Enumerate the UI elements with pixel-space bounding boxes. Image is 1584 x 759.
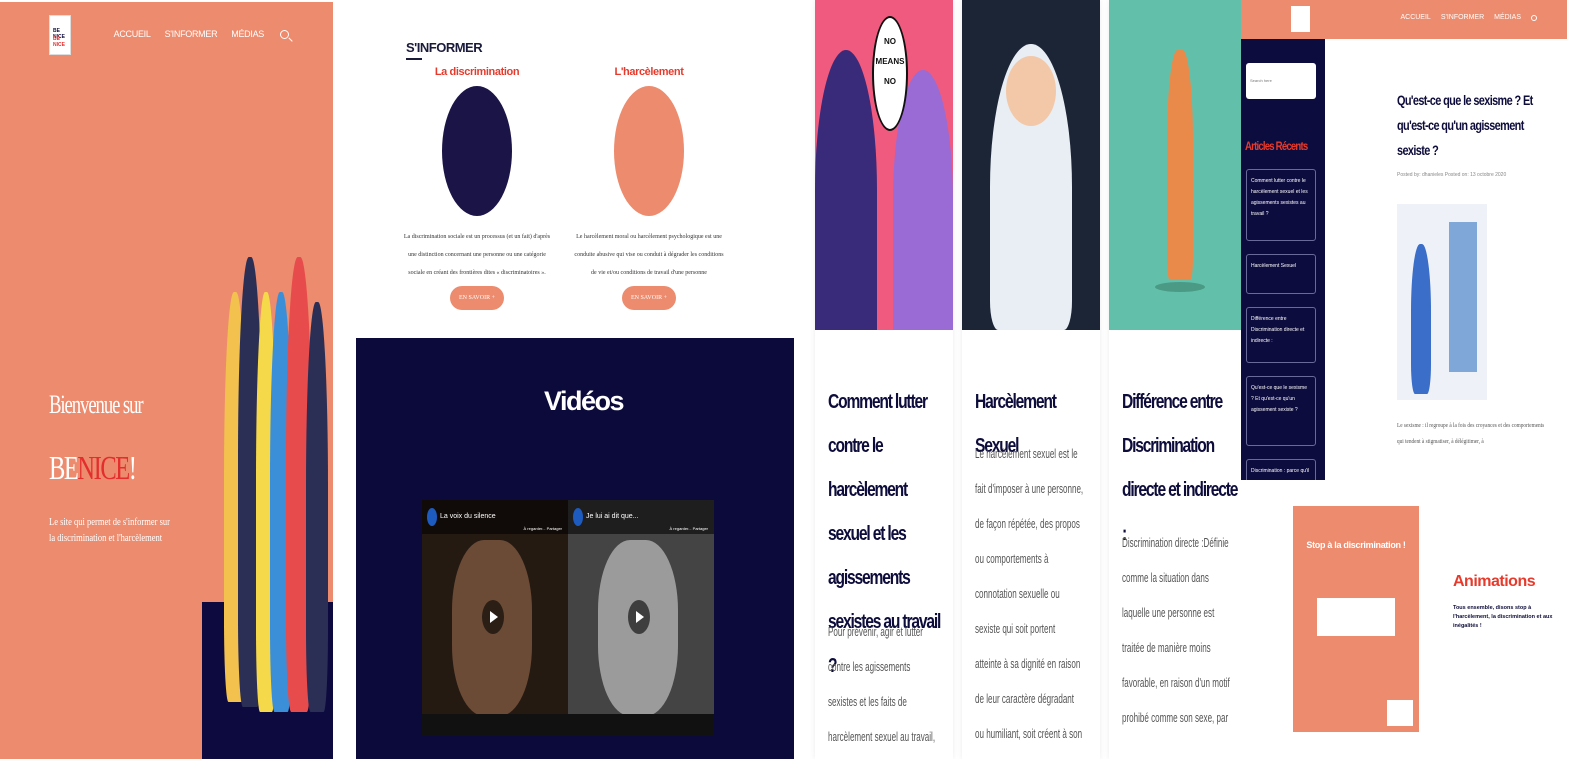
article-card[interactable]: Harcèlement Sexuel Le harcèlement sexuel… <box>962 0 1100 759</box>
poster-banner <box>1317 598 1395 636</box>
nav-item-sinformer[interactable]: S'INFORMER <box>1441 14 1484 21</box>
card-text: Le harcèlement moral ou harcèlement psyc… <box>574 234 724 276</box>
harcelement-illustration <box>614 86 684 216</box>
search-icon[interactable] <box>280 29 289 39</box>
article-excerpt: Le harcèlement sexuel est le fait d'impo… <box>975 446 1084 741</box>
article-illustration: NO MEANS NO <box>815 0 953 330</box>
site-logo[interactable] <box>1291 6 1310 32</box>
sidebar: Search here Articles Récents Comment lut… <box>1241 39 1325 489</box>
learn-more-button[interactable]: EN SAVOIR + <box>622 286 676 310</box>
article-illustration <box>1109 0 1247 330</box>
animation-poster[interactable]: Stop à la discrimination ! <box>1293 506 1419 732</box>
channel-icon <box>427 508 437 526</box>
animations-section: Stop à la discrimination ! Animations To… <box>1241 480 1567 759</box>
article-excerpt: Pour prévenir, agir et lutter contre les… <box>828 624 936 744</box>
info-card-discrimination: La discrimination La discrimination soci… <box>392 66 562 310</box>
play-icon[interactable] <box>628 600 650 634</box>
article-card[interactable]: NO MEANS NO Comment lutter contre le har… <box>815 0 953 759</box>
welcome-heading: Bienvenue sur <box>49 390 144 419</box>
video-actions[interactable]: À regarder... Partager <box>670 526 708 531</box>
site-logo[interactable]: BE NICE BE NICE <box>49 15 71 55</box>
video-title[interactable]: La voix du silence <box>440 513 496 520</box>
article-card[interactable]: Différence entre Discrimination directe … <box>1109 0 1247 759</box>
video-player[interactable]: La voix du silence À regarder... Partage… <box>422 500 568 736</box>
video-header: Je lui ai dit que... À regarder... Parta… <box>568 500 714 534</box>
collage: BE NICE BE NICE ACCUEIL S'INFORMER MÉDIA… <box>0 0 1584 759</box>
video-control-bar <box>422 714 568 736</box>
section-subtitle: Tous ensemble, disons stop à l'harcèleme… <box>1453 605 1553 629</box>
title-underline <box>406 58 422 60</box>
recent-article-link[interactable]: Différence entre Discrimination directe … <box>1246 307 1316 363</box>
card-title: La discrimination <box>434 66 520 78</box>
learn-more-button[interactable]: EN SAVOIR + <box>450 286 504 310</box>
top-bar: ACCUEIL S'INFORMER MÉDIAS <box>1241 0 1567 39</box>
play-icon[interactable] <box>482 600 504 634</box>
speech-bubble: NO MEANS NO <box>872 16 908 131</box>
home-screen: BE NICE BE NICE ACCUEIL S'INFORMER MÉDIA… <box>0 2 333 759</box>
article-meta: Posted by: dhanieles Posted on: 13 octob… <box>1397 172 1507 178</box>
card-title: L'harcèlement <box>614 66 684 78</box>
section-title: Animations <box>1453 573 1536 590</box>
poster-title: Stop à la discrimination ! <box>1306 540 1406 550</box>
informer-section: S'INFORMER La discrimination La discrimi… <box>356 0 794 338</box>
channel-icon <box>573 508 583 526</box>
discrimination-illustration <box>442 86 512 216</box>
section-title: S'INFORMER <box>406 40 483 55</box>
recent-articles-title: Articles Récents <box>1245 139 1308 153</box>
logo-text: BE NICE <box>53 36 65 48</box>
brand-name: BENICE! <box>49 450 137 487</box>
article-heading: Qu'est-ce que le sexisme ? Et qu'est-ce … <box>1397 92 1533 158</box>
video-actions[interactable]: À regarder... Partager <box>524 526 562 531</box>
search-icon[interactable] <box>1531 14 1537 21</box>
article-illustration <box>1397 204 1487 400</box>
main-nav: ACCUEIL S'INFORMER MÉDIAS <box>114 29 289 39</box>
search-input[interactable]: Search here <box>1246 63 1316 99</box>
nav-item-accueil[interactable]: ACCUEIL <box>114 29 151 39</box>
article-illustration <box>962 0 1100 330</box>
sexism-article-page: ACCUEIL S'INFORMER MÉDIAS Search here Ar… <box>1241 0 1567 489</box>
hero-subtitle: Le site qui permet de s'informer sur la … <box>49 517 170 544</box>
video-control-bar <box>568 714 714 736</box>
info-card-harcelement: L'harcèlement Le harcèlement moral ou ha… <box>564 66 734 310</box>
main-nav: ACCUEIL S'INFORMER MÉDIAS <box>1400 14 1537 21</box>
video-title[interactable]: Je lui ai dit que... <box>586 513 639 520</box>
section-title: Vidéos <box>543 386 625 416</box>
videos-section: Vidéos La voix du silence À regarder... … <box>356 338 794 759</box>
nav-item-medias[interactable]: MÉDIAS <box>1494 14 1521 21</box>
article-text: Le sexisme : il regroupe à la fois des c… <box>1397 423 1545 445</box>
nav-item-sinformer[interactable]: S'INFORMER <box>165 29 218 39</box>
video-player[interactable]: Je lui ai dit que... À regarder... Parta… <box>568 500 714 736</box>
nav-item-accueil[interactable]: ACCUEIL <box>1400 14 1430 21</box>
door-shape <box>1449 222 1477 372</box>
card-text: La discrimination sociale est un process… <box>403 234 551 276</box>
article-excerpt: Discrimination directe :Définie comme la… <box>1122 535 1230 725</box>
recent-article-link[interactable]: Harcèlement Sexuel <box>1246 254 1316 294</box>
nav-item-medias[interactable]: MÉDIAS <box>231 29 264 39</box>
video-header: La voix du silence À regarder... Partage… <box>422 500 568 534</box>
poster-logo <box>1387 700 1413 726</box>
recent-article-link[interactable]: Qu'est-ce que le sexisme ? Et qu'est-ce … <box>1246 376 1316 446</box>
recent-article-link[interactable]: Comment lutter contre le harcèlement sex… <box>1246 169 1316 241</box>
